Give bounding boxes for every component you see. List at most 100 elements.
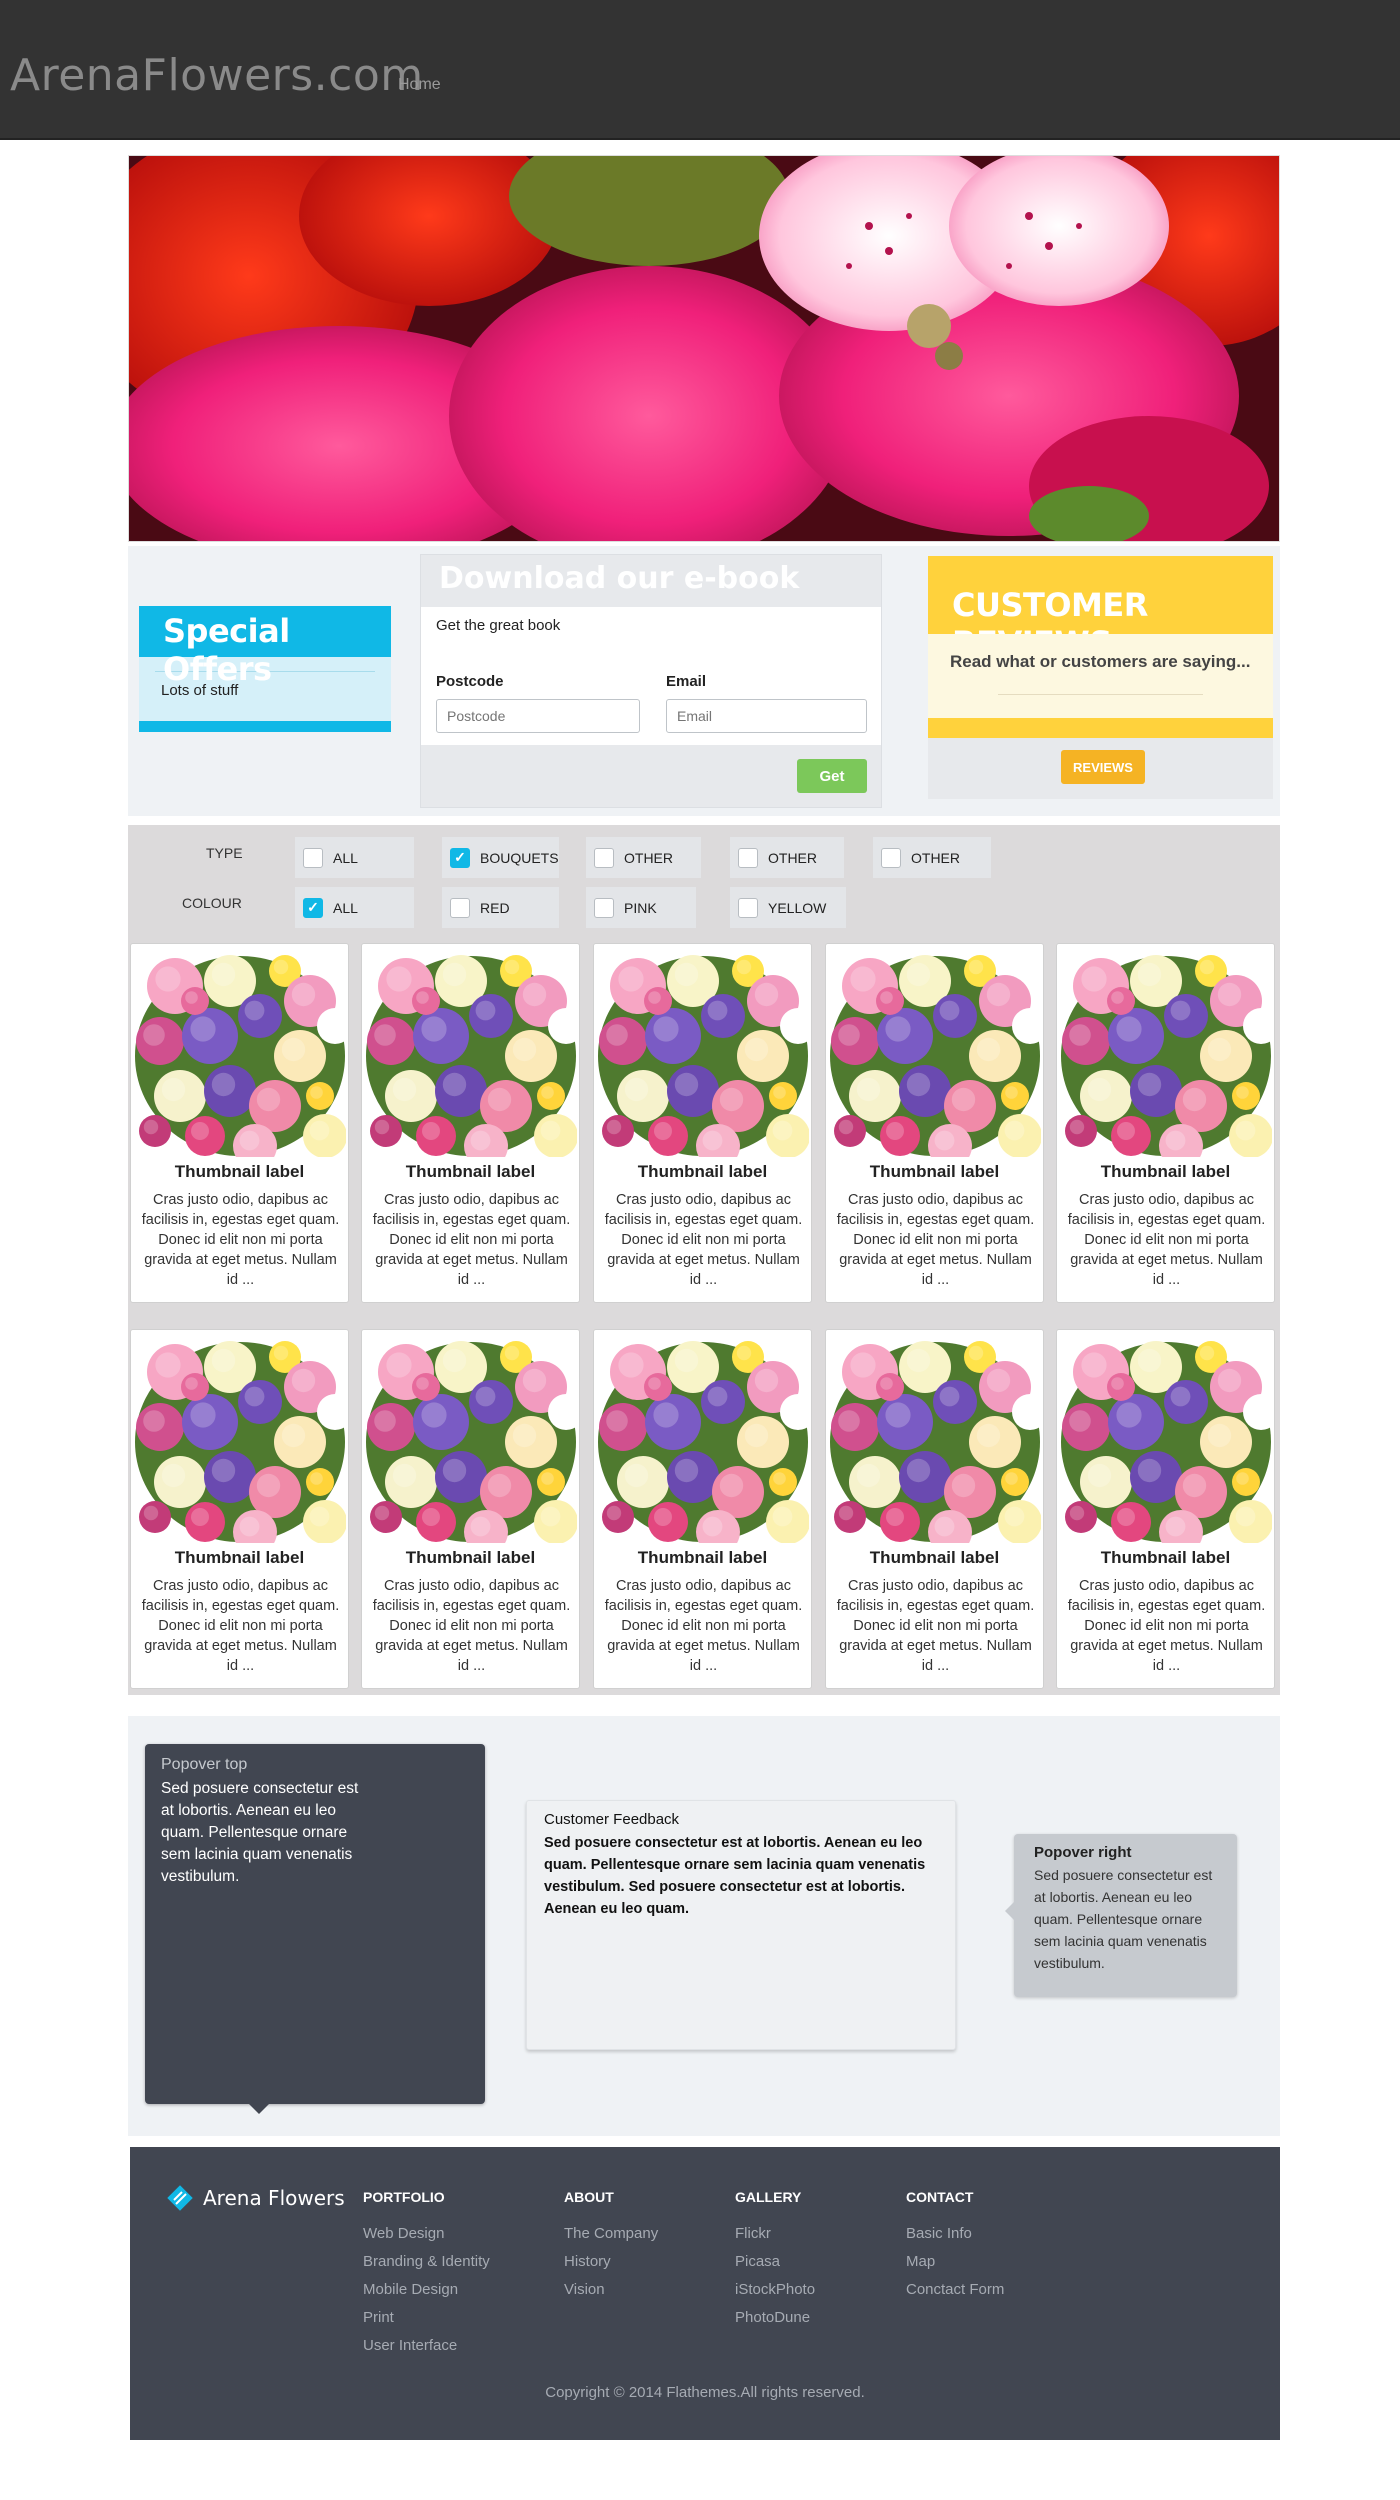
colour-filter-all-checkbox[interactable]: ✓ ALL xyxy=(295,887,414,928)
footer-link[interactable]: User Interface xyxy=(363,2337,490,2365)
footer-link[interactable]: Branding & Identity xyxy=(363,2253,490,2281)
bouquet-thumbnail-image[interactable] xyxy=(830,946,1041,1157)
email-input[interactable] xyxy=(666,699,867,733)
type-filter-all-checkbox[interactable]: ALL xyxy=(295,837,414,878)
filter-option-label: BOUQUETS xyxy=(480,849,559,866)
reviews-button[interactable]: REVIEWS xyxy=(1061,750,1145,784)
product-card[interactable]: Thumbnail label Cras justo odio, dapibus … xyxy=(593,943,812,1303)
type-filter-other-checkbox[interactable]: OTHER xyxy=(730,837,844,878)
popover-right: Popover right Sed posuere consectetur es… xyxy=(1005,1834,1237,1997)
footer-column-portfolio: PORTFOLIO Web Design Branding & Identity Mo… xyxy=(363,2189,490,2365)
special-offers-title: Special Offers xyxy=(139,606,391,688)
footer-link[interactable]: Print xyxy=(363,2309,490,2337)
product-catalog: TYPE ALL ✓ BOUQUETS OTHER OTHER OTHER COLOUR … xyxy=(128,825,1280,1695)
footer-logo-text: Arena Flowers xyxy=(203,2186,345,2210)
popover-arrow xyxy=(1005,1902,1014,1920)
colour-filter-yellow-checkbox[interactable]: YELLOW xyxy=(730,887,846,928)
product-description: Cras justo odio, dapibus ac facilisis in… xyxy=(836,1192,1035,1288)
checkbox-unchecked-icon[interactable] xyxy=(594,847,614,868)
filter-option-label: ALL xyxy=(333,849,358,866)
footer-link[interactable]: Picasa xyxy=(735,2253,815,2281)
postcode-label: Postcode xyxy=(436,673,504,690)
product-title: Thumbnail label xyxy=(869,1162,1000,1181)
footer-link[interactable]: Conctact Form xyxy=(906,2281,1004,2309)
ebook-form-footer: Get xyxy=(421,745,881,807)
footer-logo[interactable]: Arena Flowers xyxy=(165,2183,345,2213)
hero-flower-illustration xyxy=(129,156,1279,541)
colour-filter-pink-checkbox[interactable]: PINK xyxy=(586,887,696,928)
product-card[interactable]: Thumbnail label Cras justo odio, dapibus … xyxy=(1056,1329,1275,1689)
nav-home-link[interactable]: Home xyxy=(398,76,441,94)
customer-feedback-title: Customer Feedback xyxy=(544,1811,680,1828)
ebook-form-panel: Download our e-book Get the great book P… xyxy=(420,554,882,808)
customer-reviews-panel: CUSTOMER REVIEWS Read what or customers … xyxy=(928,556,1273,799)
footer-link[interactable]: Web Design xyxy=(363,2225,490,2253)
footer-link[interactable]: Basic Info xyxy=(906,2225,1004,2253)
footer-link[interactable]: The Company xyxy=(564,2225,658,2253)
bouquet-thumbnail-image[interactable] xyxy=(366,1332,577,1543)
product-card[interactable]: Thumbnail label Cras justo odio, dapibus … xyxy=(593,1329,812,1689)
type-filter-other-checkbox[interactable]: OTHER xyxy=(873,837,991,878)
type-filter-bouquets-checkbox[interactable]: ✓ BOUQUETS xyxy=(442,837,559,878)
footer-link[interactable]: Mobile Design xyxy=(363,2281,490,2309)
product-title: Thumbnail label xyxy=(869,1548,1000,1567)
product-card[interactable]: Thumbnail label Cras justo odio, dapibus … xyxy=(825,1329,1044,1689)
ebook-title: Download our e-book xyxy=(421,555,881,607)
bouquet-thumbnail-image[interactable] xyxy=(135,1332,346,1543)
product-card[interactable]: Thumbnail label Cras justo odio, dapibus … xyxy=(130,1329,349,1689)
colour-filter-label: COLOUR xyxy=(182,895,242,911)
product-card[interactable]: Thumbnail label Cras justo odio, dapibus … xyxy=(361,943,580,1303)
product-title: Thumbnail label xyxy=(1100,1548,1231,1567)
product-description: Cras justo odio, dapibus ac facilisis in… xyxy=(141,1578,340,1674)
bouquet-thumbnail-image[interactable] xyxy=(135,946,346,1157)
footer-link[interactable]: iStockPhoto xyxy=(735,2281,815,2309)
footer-link[interactable]: Flickr xyxy=(735,2225,815,2253)
footer-link[interactable]: Vision xyxy=(564,2281,658,2309)
product-card[interactable]: Thumbnail label Cras justo odio, dapibus … xyxy=(1056,943,1275,1303)
get-ebook-button[interactable]: Get xyxy=(797,759,867,793)
checkbox-unchecked-icon[interactable] xyxy=(881,847,901,868)
special-offers-panel[interactable]: Special Offers Lots of stuff xyxy=(139,606,391,732)
checkbox-unchecked-icon[interactable] xyxy=(450,897,470,918)
bouquet-thumbnail-image[interactable] xyxy=(598,946,809,1157)
product-description: Cras justo odio, dapibus ac facilisis in… xyxy=(604,1578,803,1674)
footer-column-gallery: GALLERY Flickr Picasa iStockPhoto PhotoDune xyxy=(735,2189,815,2337)
divider xyxy=(998,694,1203,695)
bouquet-thumbnail-image[interactable] xyxy=(830,1332,1041,1543)
checkbox-unchecked-icon[interactable] xyxy=(303,847,323,868)
bouquet-thumbnail-image[interactable] xyxy=(1061,946,1272,1157)
colour-filter-red-checkbox[interactable]: RED xyxy=(442,887,559,928)
promo-section: Special Offers Lots of stuff Download ou… xyxy=(128,546,1280,816)
footer-column-heading: GALLERY xyxy=(735,2189,802,2205)
bouquet-thumbnail-image[interactable] xyxy=(366,946,577,1157)
footer-link[interactable]: History xyxy=(564,2253,658,2281)
product-card[interactable]: Thumbnail label Cras justo odio, dapibus … xyxy=(361,1329,580,1689)
postcode-input[interactable] xyxy=(436,699,640,733)
site-footer: Arena Flowers PORTFOLIO Web Design Brandin… xyxy=(130,2147,1280,2440)
product-description: Cras justo odio, dapibus ac facilisis in… xyxy=(141,1192,340,1288)
hero-image xyxy=(128,155,1280,542)
checkbox-unchecked-icon[interactable] xyxy=(594,897,614,918)
popover-top-body: Sed posuere consectetur est at lobortis.… xyxy=(161,1780,359,1885)
checkbox-checked-icon[interactable]: ✓ xyxy=(450,847,470,868)
bouquet-thumbnail-image[interactable] xyxy=(1061,1332,1272,1543)
type-filter-other-checkbox[interactable]: OTHER xyxy=(586,837,701,878)
bouquet-thumbnail-image[interactable] xyxy=(598,1332,809,1543)
product-title: Thumbnail label xyxy=(405,1162,536,1181)
filter-option-label: OTHER xyxy=(911,849,960,866)
filter-option-label: OTHER xyxy=(768,849,817,866)
product-card[interactable]: Thumbnail label Cras justo odio, dapibus … xyxy=(825,943,1044,1303)
product-card[interactable]: Thumbnail label Cras justo odio, dapibus … xyxy=(130,943,349,1303)
product-description: Cras justo odio, dapibus ac facilisis in… xyxy=(1067,1578,1266,1674)
filter-option-label: RED xyxy=(480,899,510,916)
filter-option-label: OTHER xyxy=(624,849,673,866)
email-label: Email xyxy=(666,673,707,690)
checkbox-checked-icon[interactable]: ✓ xyxy=(303,897,323,918)
checkbox-unchecked-icon[interactable] xyxy=(738,897,758,918)
brand-logo[interactable]: ArenaFlowers.com xyxy=(10,50,424,101)
footer-link[interactable]: PhotoDune xyxy=(735,2309,815,2337)
product-description: Cras justo odio, dapibus ac facilisis in… xyxy=(372,1192,571,1288)
checkbox-unchecked-icon[interactable] xyxy=(738,847,758,868)
filter-option-label: YELLOW xyxy=(768,899,827,916)
footer-link[interactable]: Map xyxy=(906,2253,1004,2281)
